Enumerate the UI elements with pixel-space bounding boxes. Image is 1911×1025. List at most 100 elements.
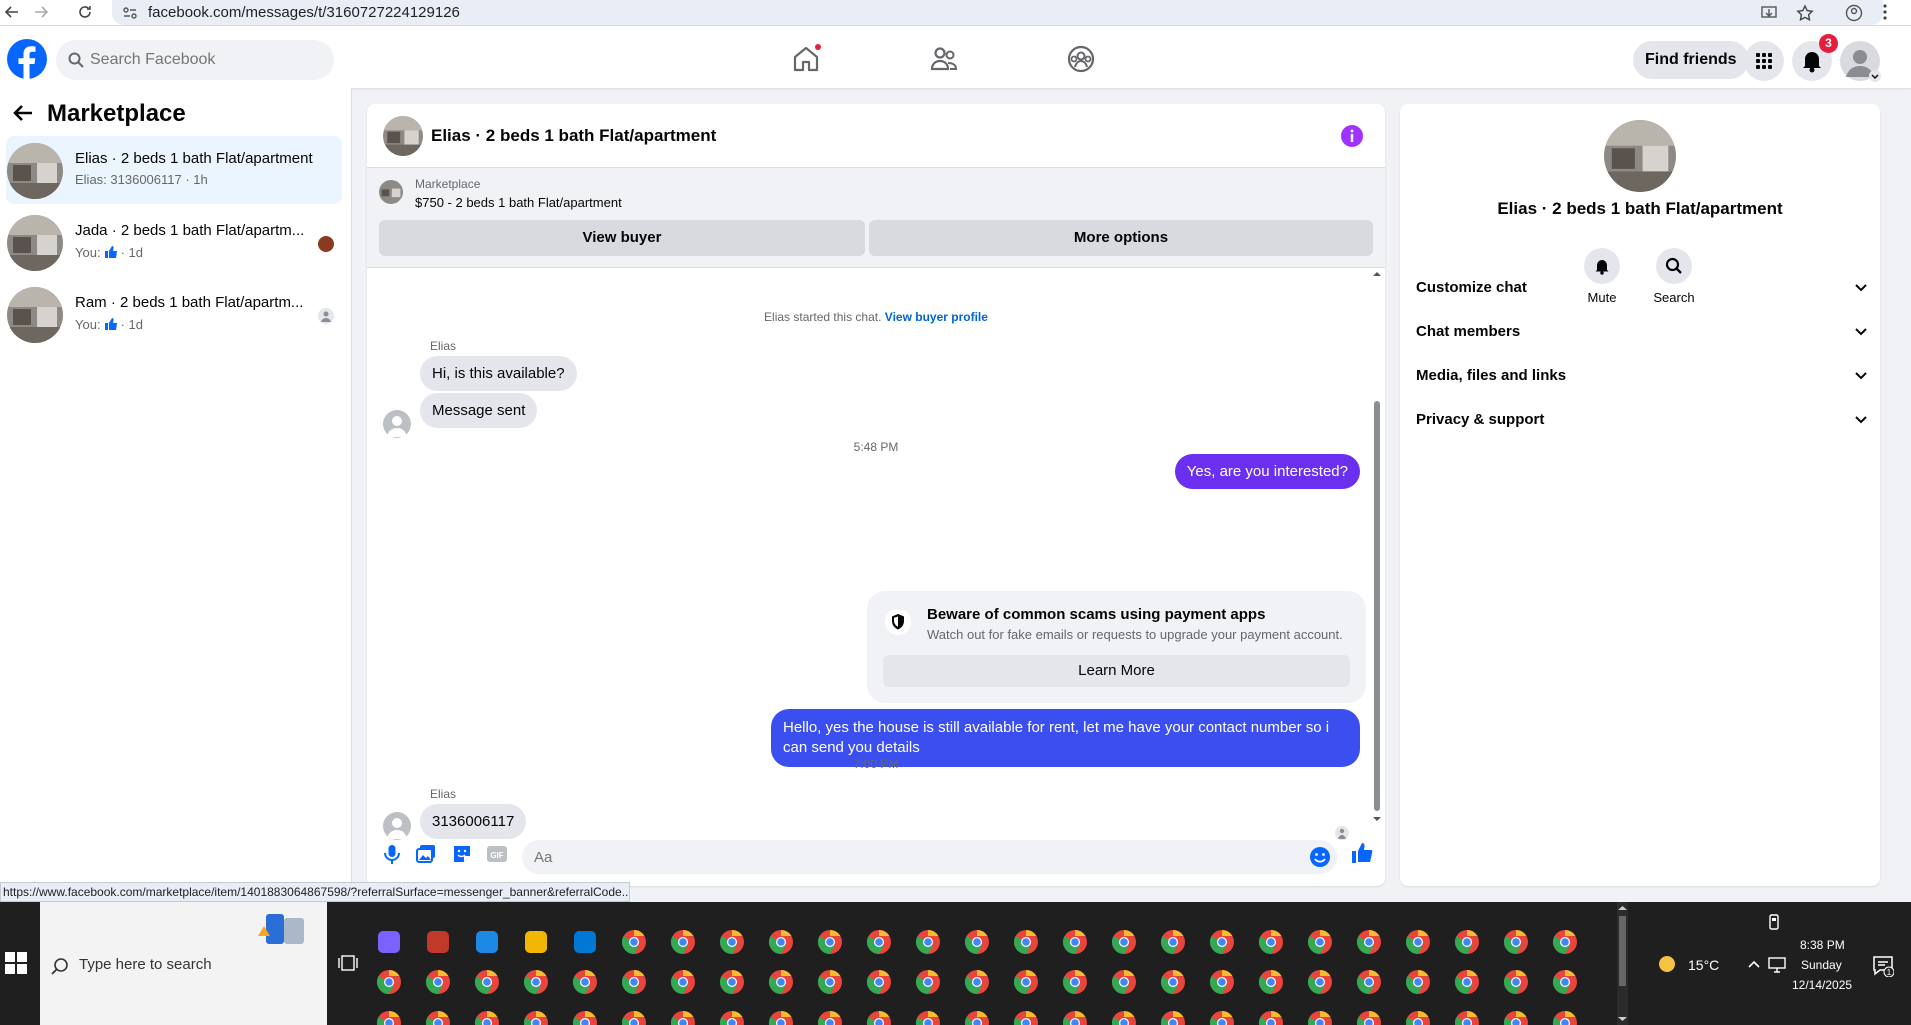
notification-center-icon[interactable]: 1: [1872, 955, 1894, 977]
taskbar-app-icon[interactable]: [1159, 1009, 1187, 1025]
taskbar-app-icon[interactable]: [473, 968, 501, 996]
search-box[interactable]: [56, 40, 334, 80]
taskbar-app-icon[interactable]: [1208, 968, 1236, 996]
taskbar-app-icon[interactable]: [1453, 928, 1481, 956]
taskbar-app-icon[interactable]: [1355, 968, 1383, 996]
taskbar-app-icon[interactable]: [669, 968, 697, 996]
taskbar-app-icon[interactable]: [375, 928, 403, 956]
taskbar-app-icon[interactable]: [424, 928, 452, 956]
photo-icon[interactable]: [415, 843, 437, 865]
facebook-logo-icon[interactable]: [7, 39, 47, 79]
customize-chat-section[interactable]: Customize chat: [1416, 267, 1868, 311]
taskbar-app-icon[interactable]: [1012, 968, 1040, 996]
taskbar-app-icon[interactable]: [1061, 968, 1089, 996]
taskbar-app-icon[interactable]: [620, 928, 648, 956]
taskbar-app-icon[interactable]: [522, 968, 550, 996]
message-scrollbar[interactable]: [1372, 268, 1382, 826]
taskbar-app-icon[interactable]: [1257, 968, 1285, 996]
account-chevron-icon[interactable]: [1869, 70, 1881, 82]
taskbar-app-icon[interactable]: [963, 1009, 991, 1025]
site-info-icon[interactable]: [122, 5, 138, 21]
taskbar-app-icon[interactable]: [718, 928, 746, 956]
taskbar-scrollbar[interactable]: [1617, 902, 1628, 1025]
taskbar-app-icon[interactable]: [1404, 1009, 1432, 1025]
taskbar-app-icon[interactable]: [914, 968, 942, 996]
clock-time[interactable]: 8:38 PM: [1800, 938, 1845, 952]
weather-temp[interactable]: 15°C: [1688, 957, 1719, 973]
taskbar-app-icon[interactable]: [1061, 928, 1089, 956]
taskbar-app-icon[interactable]: [620, 968, 648, 996]
taskbar-app-icon[interactable]: [1110, 1009, 1138, 1025]
taskbar-app-icon[interactable]: [816, 968, 844, 996]
emoji-icon[interactable]: [1309, 846, 1331, 868]
bookmark-star-icon[interactable]: [1796, 4, 1814, 22]
taskbar-app-icon[interactable]: [1502, 968, 1530, 996]
taskbar-app-icon[interactable]: [914, 1009, 942, 1025]
view-buyer-button[interactable]: View buyer: [379, 220, 865, 256]
task-view-icon[interactable]: [338, 954, 358, 972]
taskbar-app-icon[interactable]: [1257, 1009, 1285, 1025]
groups-icon[interactable]: [1066, 44, 1096, 74]
chat-thumbnail[interactable]: [383, 116, 423, 156]
taskbar-app-icon[interactable]: [865, 928, 893, 956]
taskbar-app-icon[interactable]: [375, 968, 403, 996]
device-icon[interactable]: [1766, 914, 1782, 930]
taskbar-app-icon[interactable]: [1257, 928, 1285, 956]
taskbar-app-icon[interactable]: [1551, 968, 1579, 996]
taskbar-app-icon[interactable]: [620, 1009, 648, 1025]
taskbar-app-icon[interactable]: [963, 968, 991, 996]
taskbar-app-icon[interactable]: [816, 928, 844, 956]
taskbar-app-icon[interactable]: [767, 1009, 795, 1025]
sticker-icon[interactable]: [451, 843, 473, 865]
conversation-item-jada[interactable]: Jada · 2 beds 1 bath Flat/apartm... You:…: [6, 208, 342, 276]
taskbar-app-icon[interactable]: [1355, 1009, 1383, 1025]
taskbar-app-icon[interactable]: [1012, 1009, 1040, 1025]
taskbar-app-icon[interactable]: [375, 1009, 403, 1025]
taskbar-app-icon[interactable]: [1306, 968, 1334, 996]
taskbar-app-icon[interactable]: [816, 1009, 844, 1025]
browser-menu-icon[interactable]: [1879, 3, 1891, 21]
back-icon[interactable]: [4, 4, 22, 22]
taskbar-app-icon[interactable]: [1208, 1009, 1236, 1025]
url-bar[interactable]: facebook.com/messages/t/3160727224129126: [112, 0, 1883, 25]
taskbar-app-icon[interactable]: [1502, 928, 1530, 956]
chat-members-section[interactable]: Chat members: [1416, 311, 1868, 355]
privacy-support-section[interactable]: Privacy & support: [1416, 399, 1868, 443]
taskbar-app-icon[interactable]: [522, 1009, 550, 1025]
chevron-up-icon[interactable]: [1747, 957, 1761, 971]
search-input[interactable]: [90, 40, 320, 80]
taskbar-app-icon[interactable]: [865, 968, 893, 996]
taskbar-app-icon[interactable]: [914, 928, 942, 956]
chat-title[interactable]: Elias · 2 beds 1 bath Flat/apartment: [431, 126, 716, 146]
microphone-icon[interactable]: [381, 843, 403, 865]
taskbar-app-icon[interactable]: [963, 928, 991, 956]
taskbar-app-icon[interactable]: [1551, 1009, 1579, 1025]
weather-icon[interactable]: [1655, 954, 1679, 976]
windows-start-icon[interactable]: [5, 952, 27, 974]
conversation-item-elias[interactable]: Elias · 2 beds 1 bath Flat/apartment Eli…: [6, 136, 342, 204]
taskbar-app-icon[interactable]: [473, 1009, 501, 1025]
taskbar-app-icon[interactable]: [424, 968, 452, 996]
taskbar-app-icon[interactable]: [767, 968, 795, 996]
find-friends-button[interactable]: Find friends: [1633, 41, 1749, 79]
gif-icon[interactable]: GIF: [486, 843, 508, 865]
install-app-icon[interactable]: [1760, 4, 1778, 22]
network-icon[interactable]: [1768, 957, 1786, 973]
taskbar-app-icon[interactable]: [522, 928, 550, 956]
conversation-item-ram[interactable]: Ram · 2 beds 1 bath Flat/apartm... You: ·…: [6, 280, 342, 348]
friends-icon[interactable]: [929, 44, 959, 74]
taskbar-app-icon[interactable]: [1355, 928, 1383, 956]
taskbar-app-icon[interactable]: [1502, 1009, 1530, 1025]
taskbar-app-icon[interactable]: [1061, 1009, 1089, 1025]
taskbar-app-icon[interactable]: [1159, 928, 1187, 956]
back-arrow-icon[interactable]: [12, 102, 34, 124]
taskbar-app-icon[interactable]: [1159, 968, 1187, 996]
taskbar-app-icon[interactable]: [1110, 968, 1138, 996]
taskbar-app-icon[interactable]: [718, 968, 746, 996]
taskbar-app-icon[interactable]: [1404, 928, 1432, 956]
taskbar-app-icon[interactable]: [865, 1009, 893, 1025]
reload-icon[interactable]: [77, 4, 95, 22]
like-send-icon[interactable]: [1350, 841, 1374, 865]
taskbar-app-icon[interactable]: [718, 1009, 746, 1025]
taskbar-app-icon[interactable]: [1404, 968, 1432, 996]
